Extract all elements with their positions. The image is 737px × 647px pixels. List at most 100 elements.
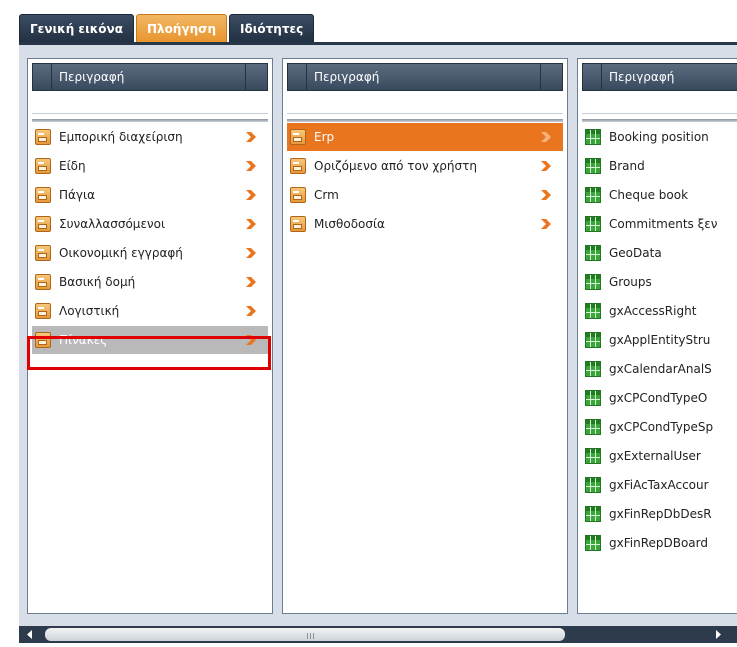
list-item[interactable]: Εμπορική διαχείριση xyxy=(32,123,268,152)
arrow-left-icon xyxy=(27,630,32,639)
table-icon xyxy=(585,216,601,232)
list-item[interactable]: Crm xyxy=(287,181,563,210)
table-icon xyxy=(585,535,601,551)
list-item-label: Erp xyxy=(314,130,335,144)
folder-icon xyxy=(290,216,306,232)
list-item-label: gxCPCondTypeO xyxy=(609,391,708,405)
scroll-left-button[interactable] xyxy=(21,626,39,643)
list-item-label: Βασική δομή xyxy=(59,275,136,289)
list-item-label: Booking position xyxy=(609,130,709,144)
chevron-right-icon[interactable] xyxy=(539,130,553,144)
list-item-label: Λογιστική xyxy=(59,304,120,318)
list-item-label: Cheque book xyxy=(609,188,689,202)
list-item[interactable]: gxCPCondTypeO xyxy=(582,384,737,413)
chevron-right-icon[interactable] xyxy=(539,159,553,173)
column-header-label: Περιγραφή xyxy=(59,70,125,84)
list-item[interactable]: Booking position xyxy=(582,123,737,152)
table-icon xyxy=(585,361,601,377)
filter-row[interactable] xyxy=(287,91,563,114)
list-item[interactable]: Συναλλασσόμενοι xyxy=(32,210,268,239)
table-icon xyxy=(585,245,601,261)
list-item[interactable]: gxCalendarAnalS xyxy=(582,355,737,384)
list-item[interactable]: gxFiAcTaxAccour xyxy=(582,471,737,500)
list-item[interactable]: gxCPCondTypeSp xyxy=(582,413,737,442)
column-header-label: Περιγραφή xyxy=(314,70,380,84)
chevron-right-icon[interactable] xyxy=(244,130,258,144)
filter-row[interactable] xyxy=(582,91,737,114)
navigation-window: Γενική εικόνα Πλοήγηση Ιδιότητες Περιγρα… xyxy=(0,0,737,643)
list-item-label: Crm xyxy=(314,188,339,202)
list-item-label: Οριζόμενο από τον χρήστη xyxy=(314,159,477,173)
list-item[interactable]: Brand xyxy=(582,152,737,181)
list-item[interactable]: GeoData xyxy=(582,239,737,268)
column-header[interactable]: Περιγραφή xyxy=(32,63,268,91)
table-icon xyxy=(585,274,601,290)
chevron-right-icon[interactable] xyxy=(244,246,258,260)
table-icon xyxy=(585,129,601,145)
table-icon xyxy=(585,187,601,203)
list-item[interactable]: gxApplEntityStru xyxy=(582,326,737,355)
tab-navigation[interactable]: Πλοήγηση xyxy=(135,14,227,42)
list-item-label: GeoData xyxy=(609,246,662,260)
folder-icon xyxy=(35,216,51,232)
horizontal-scrollbar[interactable] xyxy=(19,626,737,643)
folder-icon xyxy=(35,303,51,319)
list-item[interactable]: gxExternalUser xyxy=(582,442,737,471)
list-item-label: Πάγια xyxy=(59,188,96,202)
table-icon xyxy=(585,303,601,319)
folder-icon xyxy=(35,274,51,290)
list-item-label: gxApplEntityStru xyxy=(609,333,711,347)
folder-icon xyxy=(290,187,306,203)
list-item[interactable]: Είδη xyxy=(32,152,268,181)
list-item[interactable]: gxFinRepDbDesR xyxy=(582,500,737,529)
table-icon xyxy=(585,332,601,348)
list-item-label: gxCalendarAnalS xyxy=(609,362,712,376)
column-header[interactable]: Περιγραφή xyxy=(582,63,737,91)
list-item-label: Groups xyxy=(609,275,652,289)
chevron-right-icon[interactable] xyxy=(539,217,553,231)
list-item-label: gxExternalUser xyxy=(609,449,701,463)
tab-properties[interactable]: Ιδιότητες xyxy=(229,14,315,42)
list-item[interactable]: Πάγια xyxy=(32,181,268,210)
list-item[interactable]: Μισθοδοσία xyxy=(287,210,563,239)
entity-list: Booking position Brand Cheque book Commitme… xyxy=(582,123,737,558)
list-item-label: Οικονομική εγγραφή xyxy=(59,246,183,260)
list-item-label: Εμπορική διαχείριση xyxy=(59,130,183,144)
list-item[interactable]: Cheque book xyxy=(582,181,737,210)
column-header[interactable]: Περιγραφή xyxy=(287,63,563,91)
list-item-label: Μισθοδοσία xyxy=(314,217,385,231)
tab-bar: Γενική εικόνα Πλοήγηση Ιδιότητες xyxy=(19,14,315,42)
folder-icon xyxy=(35,129,51,145)
list-item[interactable]: Οριζόμενο από τον χρήστη xyxy=(287,152,563,181)
list-item-label: Commitments ξεν xyxy=(609,217,718,231)
tab-overview[interactable]: Γενική εικόνα xyxy=(19,14,134,42)
list-item[interactable]: Erp xyxy=(287,123,563,152)
table-icon xyxy=(585,158,601,174)
chevron-right-icon[interactable] xyxy=(244,304,258,318)
list-item[interactable]: Οικονομική εγγραφή xyxy=(32,239,268,268)
list-item[interactable]: Λογιστική xyxy=(32,297,268,326)
category-list: Εμπορική διαχείριση Είδη Πάγια Συναλλασσόμε… xyxy=(32,123,268,355)
scroll-thumb[interactable] xyxy=(45,628,565,641)
folder-icon xyxy=(35,187,51,203)
chevron-right-icon[interactable] xyxy=(244,217,258,231)
list-item[interactable]: Βασική δομή xyxy=(32,268,268,297)
list-item[interactable]: gxFinRepDBoard xyxy=(582,529,737,558)
folder-icon xyxy=(35,245,51,261)
chevron-right-icon[interactable] xyxy=(244,188,258,202)
chevron-right-icon[interactable] xyxy=(539,188,553,202)
folder-icon xyxy=(290,129,306,145)
subcategory-column: Περιγραφή Erp Οριζόμενο από τον χρήστη Crm… xyxy=(282,58,568,614)
list-item[interactable]: Groups xyxy=(582,268,737,297)
list-item-label: gxFinRepDBoard xyxy=(609,536,708,550)
chevron-right-icon[interactable] xyxy=(244,159,258,173)
list-item-label: gxAccessRight xyxy=(609,304,697,318)
folder-icon xyxy=(290,158,306,174)
list-item[interactable]: gxAccessRight xyxy=(582,297,737,326)
list-item[interactable]: Commitments ξεν xyxy=(582,210,737,239)
scroll-right-button[interactable] xyxy=(709,626,727,643)
filter-row[interactable] xyxy=(32,91,268,114)
chevron-right-icon[interactable] xyxy=(244,275,258,289)
table-icon xyxy=(585,506,601,522)
table-icon xyxy=(585,448,601,464)
